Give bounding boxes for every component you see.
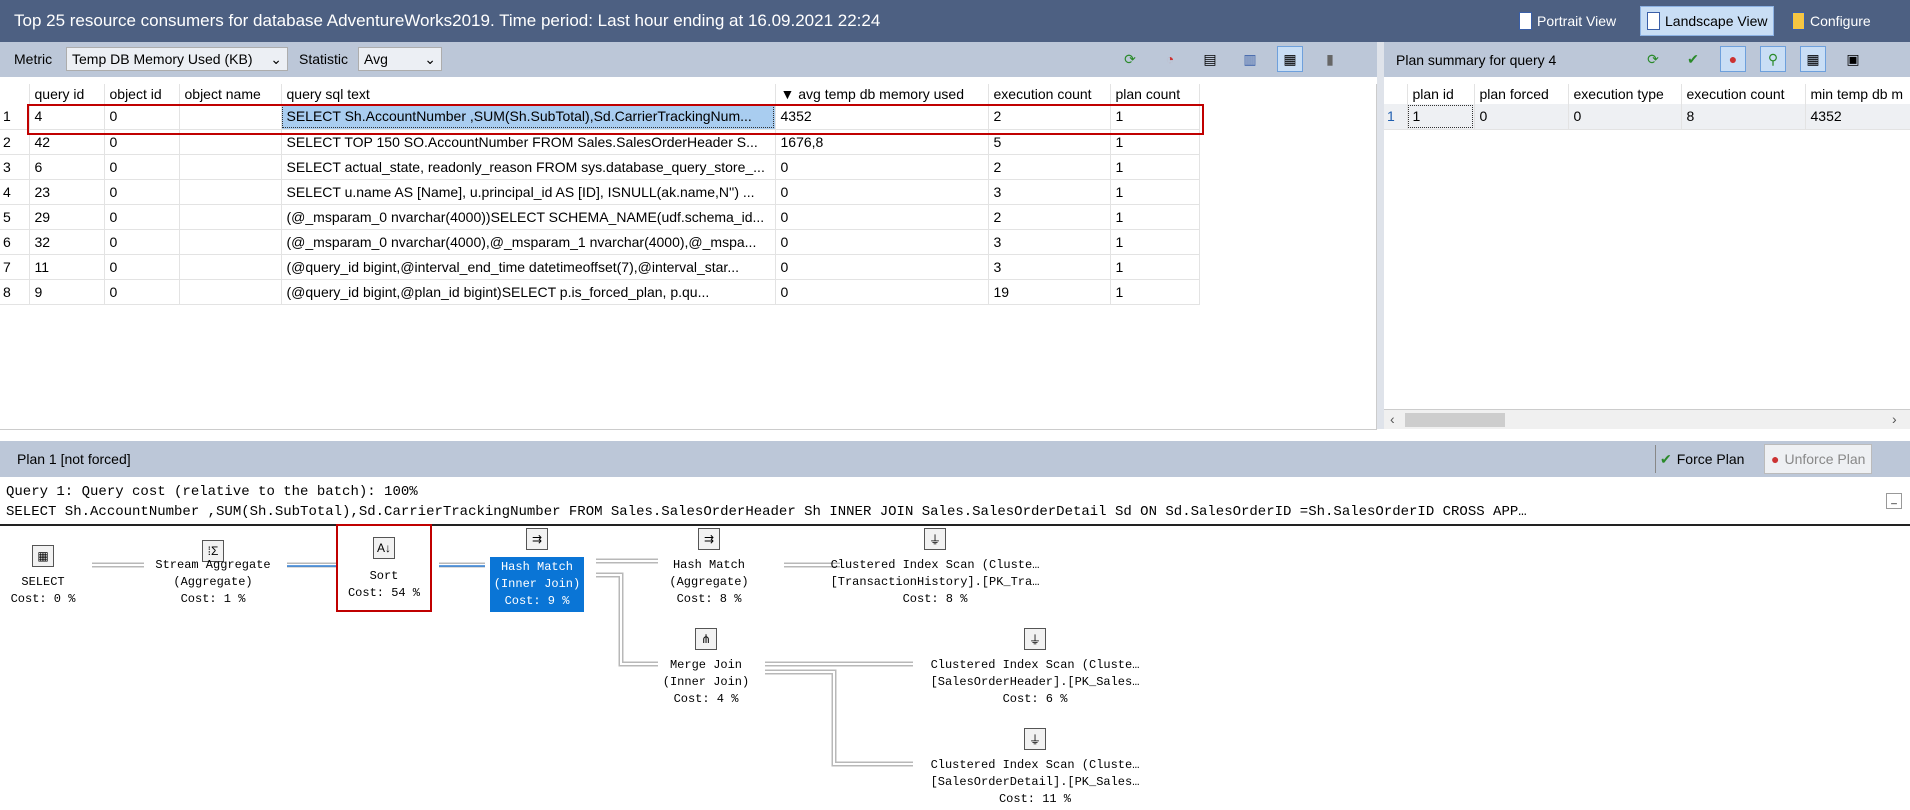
node-label-line: Clustered Index Scan (Cluste… (930, 758, 1140, 772)
node-label-line: Cost: 9 % (504, 594, 570, 608)
clustered-index-scan-transaction-history-node[interactable]: Clustered Index Scan (Cluste… [Transactio… (815, 555, 1055, 610)
node-label-line: Clustered Index Scan (Cluste… (930, 658, 1140, 672)
node-label-line: Cost: 0 % (10, 592, 76, 606)
hash-match-aggregate-icon[interactable]: ⇉ (698, 528, 720, 550)
merge-join-icon[interactable]: ⋔ (695, 628, 717, 650)
node-label-line: Cost: 8 % (902, 592, 968, 606)
node-label-line: Cost: 8 % (676, 592, 742, 606)
clustered-index-scan-sales-order-detail-node[interactable]: Clustered Index Scan (Cluste… [SalesOrder… (915, 755, 1155, 810)
clustered-index-scan-transaction-history-icon[interactable]: ⏚ (924, 528, 946, 550)
node-label-line: Clustered Index Scan (Cluste… (830, 558, 1040, 572)
node-label-line: (Inner Join) (493, 577, 581, 591)
clustered-index-scan-sales-order-detail-icon[interactable]: ⏚ (1024, 728, 1046, 750)
select-icon[interactable]: ▦ (32, 545, 54, 567)
node-label-line: Merge Join (669, 658, 742, 672)
node-label-line: [SalesOrderHeader].[PK_Sales… (930, 675, 1140, 689)
hash-match-aggregate-node[interactable]: Hash Match (Aggregate) Cost: 8 % (589, 555, 829, 610)
clustered-index-scan-sales-order-header-icon[interactable]: ⏚ (1024, 628, 1046, 650)
node-label-line: Cost: 1 % (180, 592, 246, 606)
node-label-line: (Inner Join) (662, 675, 750, 689)
node-label-line: (Aggregate) (669, 575, 749, 589)
node-label-line: Cost: 6 % (1002, 692, 1068, 706)
node-label-line: (Aggregate) (173, 575, 253, 589)
node-label-line: [TransactionHistory].[PK_Tra… (830, 575, 1040, 589)
sort-highlight-box (336, 524, 432, 612)
node-label-line: Stream Aggregate (155, 558, 271, 572)
node-label-line: Hash Match (500, 560, 573, 574)
node-label-line: Cost: 11 % (998, 792, 1071, 806)
node-label-line: SELECT (21, 575, 65, 589)
node-label-line: Cost: 4 % (673, 692, 739, 706)
hash-match-join-icon[interactable]: ⇉ (526, 528, 548, 550)
node-label-line: Hash Match (672, 558, 745, 572)
merge-join-node[interactable]: Merge Join (Inner Join) Cost: 4 % (586, 655, 826, 710)
clustered-index-scan-sales-order-header-node[interactable]: Clustered Index Scan (Cluste… [SalesOrder… (915, 655, 1155, 710)
node-label-line: [SalesOrderDetail].[PK_Sales… (930, 775, 1140, 789)
